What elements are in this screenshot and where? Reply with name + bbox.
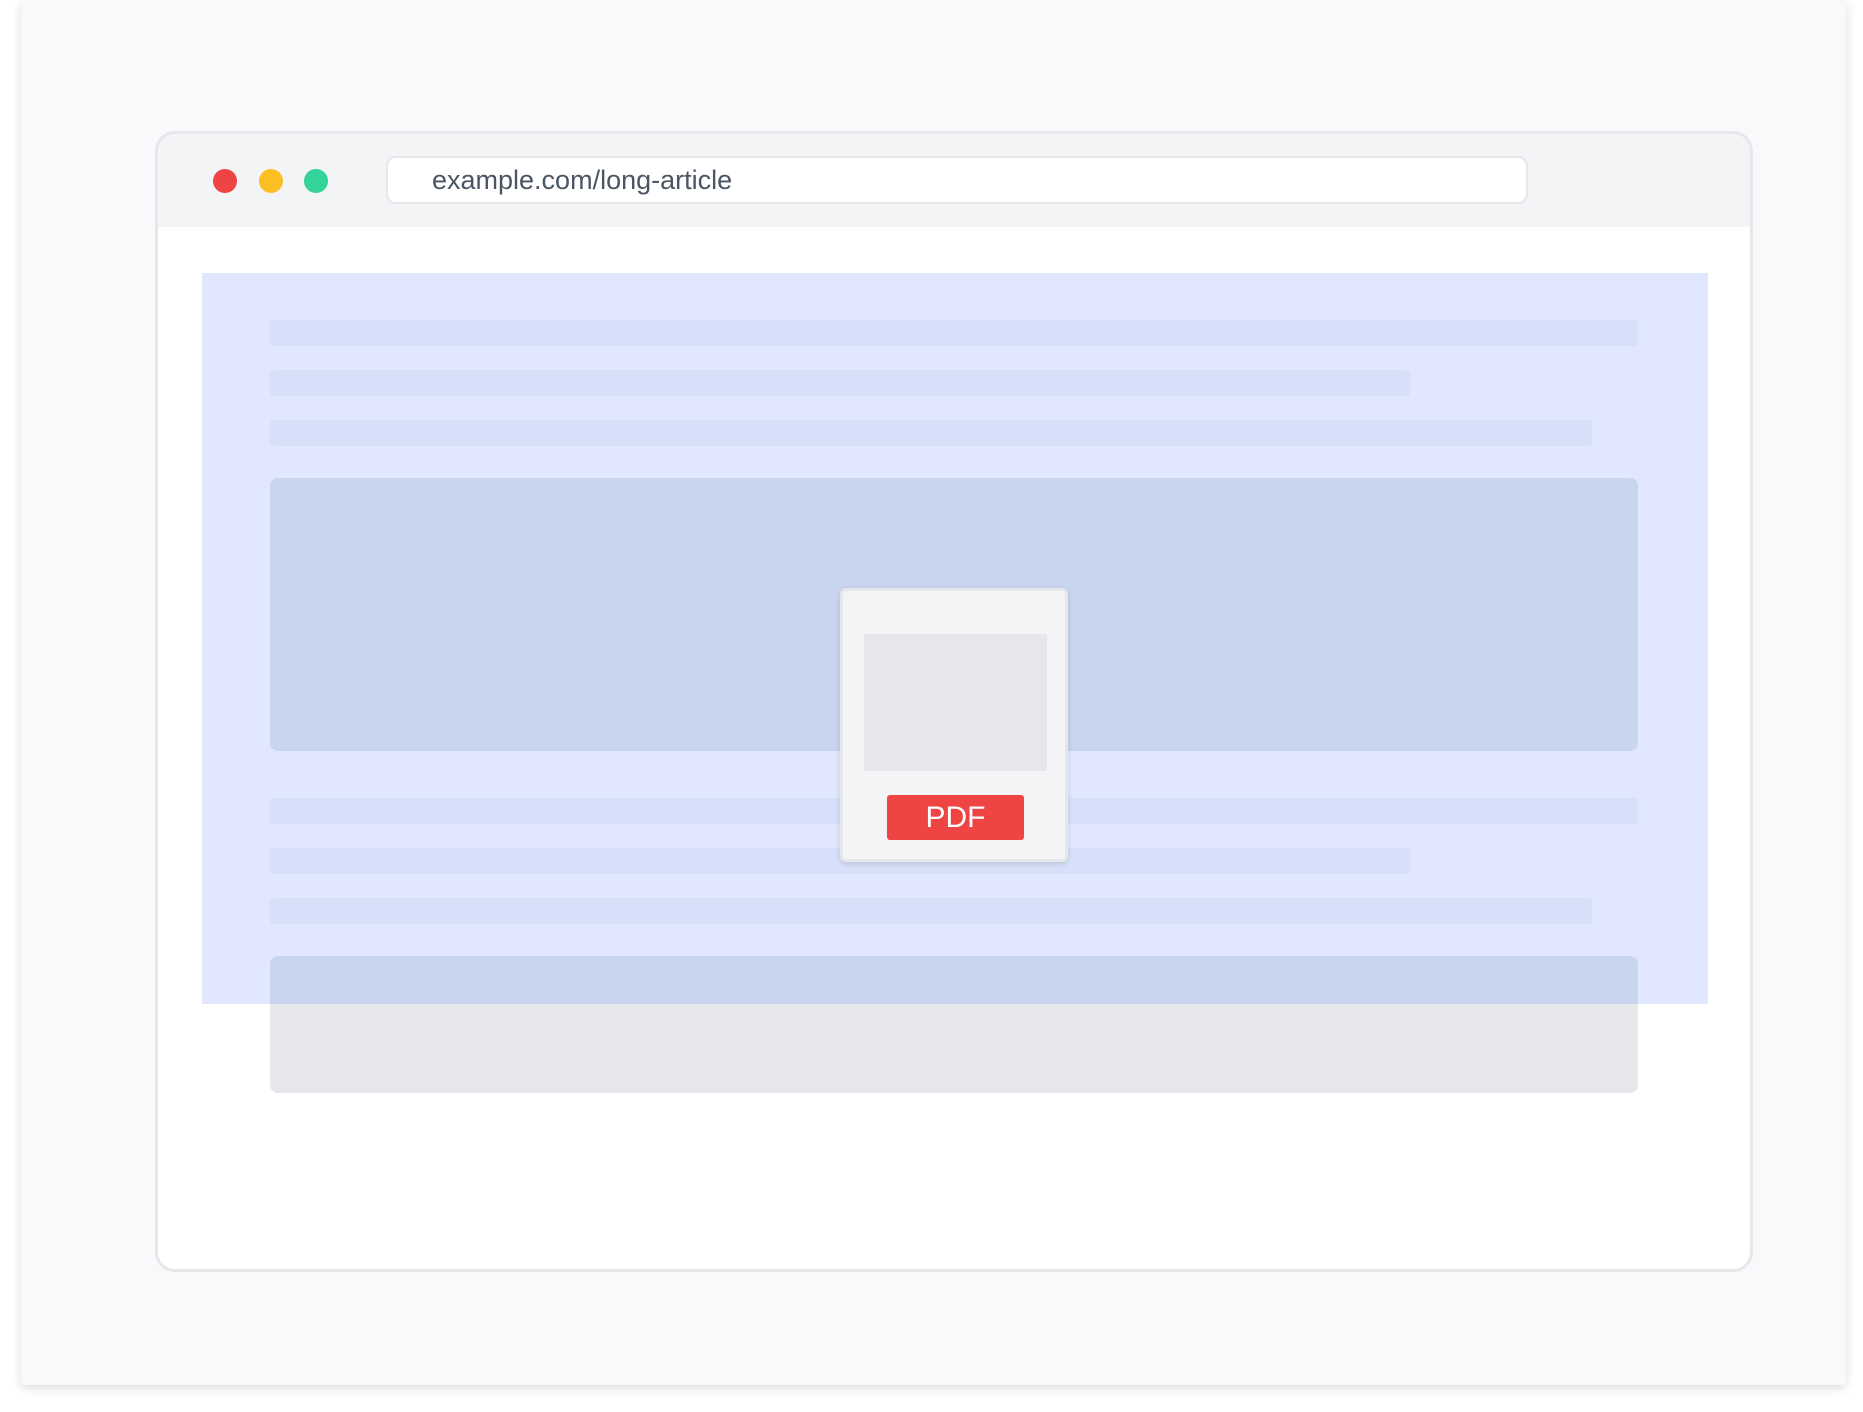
illustration-canvas: example.com/long-article PDF: [21, 0, 1846, 1385]
text-placeholder-line: [270, 370, 1410, 396]
close-window-button[interactable]: [213, 169, 237, 193]
text-placeholder-line: [270, 420, 1592, 446]
text-placeholder-line: [270, 320, 1638, 346]
browser-titlebar: example.com/long-article: [158, 134, 1750, 227]
text-placeholder-line: [270, 898, 1592, 924]
address-bar[interactable]: example.com/long-article: [386, 156, 1528, 204]
selection-overlap-tint: [270, 956, 1638, 1004]
pdf-page-thumbnail: [864, 634, 1047, 771]
minimize-window-button[interactable]: [259, 169, 283, 193]
address-url: example.com/long-article: [432, 165, 733, 195]
pdf-document-card[interactable]: PDF: [840, 588, 1068, 862]
maximize-window-button[interactable]: [304, 169, 328, 193]
pdf-badge: PDF: [887, 795, 1024, 840]
lower-placeholder-block: [270, 956, 1638, 1093]
